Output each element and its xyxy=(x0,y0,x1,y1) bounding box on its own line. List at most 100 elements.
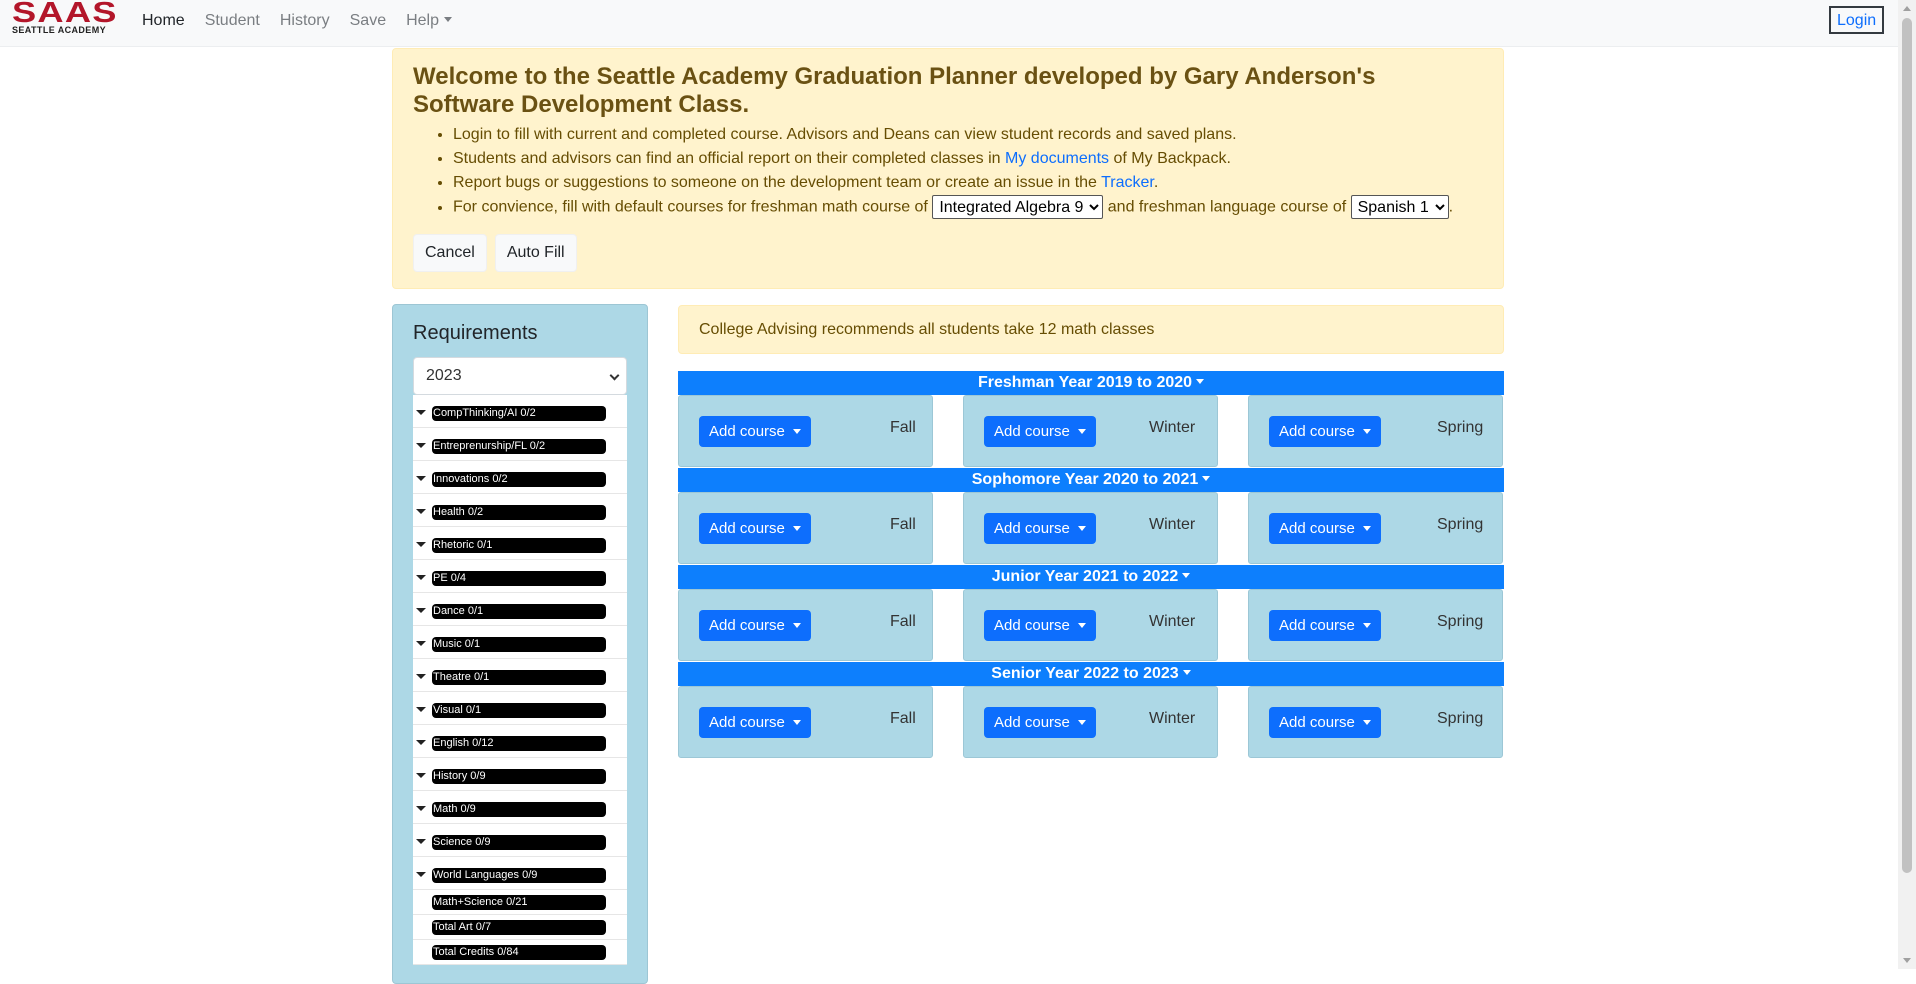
add-course-button[interactable]: Add course xyxy=(984,610,1096,641)
requirement-item[interactable]: Science 0/9 xyxy=(413,824,627,857)
requirement-item[interactable]: History 0/9 xyxy=(413,758,627,791)
term-label: Winter xyxy=(1149,516,1196,533)
expand-caret-icon[interactable] xyxy=(416,410,426,415)
scroll-thumb[interactable] xyxy=(1902,18,1912,873)
requirement-item[interactable]: Visual 0/1 xyxy=(413,692,627,725)
welcome-actions: Cancel Auto Fill xyxy=(413,233,1483,272)
requirement-progress-bar: Entreprenurship/FL 0/2 xyxy=(432,439,606,454)
requirement-item[interactable]: PE 0/4 xyxy=(413,560,627,593)
expand-caret-icon[interactable] xyxy=(416,773,426,778)
requirement-progress-bar: Music 0/1 xyxy=(432,637,606,652)
add-course-button[interactable]: Add course xyxy=(699,513,811,544)
year-header-junior[interactable]: Junior Year 2021 to 2022 xyxy=(678,565,1504,589)
my-documents-link[interactable]: My documents xyxy=(1005,150,1109,167)
requirement-item[interactable]: Theatre 0/1 xyxy=(413,659,627,692)
page-scrollbar[interactable] xyxy=(1898,0,1916,969)
term-card-fall: Add course Fall xyxy=(678,589,933,661)
auto-fill-button[interactable]: Auto Fill xyxy=(494,233,577,272)
bullet-text: For convience, fill with default courses… xyxy=(453,198,933,216)
scroll-down-arrow-icon[interactable] xyxy=(1903,958,1911,963)
requirement-progress-bar: Dance 0/1 xyxy=(432,604,606,619)
freshman-language-select[interactable]: Spanish 1 xyxy=(1350,195,1449,219)
expand-caret-icon[interactable] xyxy=(416,443,426,448)
expand-caret-icon[interactable] xyxy=(416,608,426,613)
freshman-math-select[interactable]: Integrated Algebra 9 xyxy=(932,195,1104,219)
year-header-freshman[interactable]: Freshman Year 2019 to 2020 xyxy=(678,371,1504,395)
chevron-down-icon xyxy=(1362,526,1371,531)
add-course-button[interactable]: Add course xyxy=(984,513,1096,544)
requirement-progress-bar: PE 0/4 xyxy=(432,571,606,586)
add-course-label: Add course xyxy=(1279,617,1355,634)
add-course-button[interactable]: Add course xyxy=(1269,513,1381,544)
add-course-button[interactable]: Add course xyxy=(699,416,811,447)
requirement-item[interactable]: Entreprenurship/FL 0/2 xyxy=(413,428,627,461)
scroll-up-arrow-icon[interactable] xyxy=(1903,6,1911,11)
add-course-button[interactable]: Add course xyxy=(699,610,811,641)
requirement-item[interactable]: World Languages 0/9 xyxy=(413,857,627,890)
add-course-label: Add course xyxy=(709,617,785,634)
add-course-button[interactable]: Add course xyxy=(699,707,811,738)
expand-caret-icon[interactable] xyxy=(416,476,426,481)
nav-save[interactable]: Save xyxy=(340,10,396,32)
add-course-button[interactable]: Add course xyxy=(984,416,1096,447)
math-advice-alert: College Advising recommends all students… xyxy=(678,305,1504,354)
add-course-button[interactable]: Add course xyxy=(1269,416,1381,447)
expand-caret-icon[interactable] xyxy=(416,839,426,844)
requirement-progress-bar: Math 0/9 xyxy=(432,802,606,817)
expand-caret-icon[interactable] xyxy=(416,509,426,514)
requirement-item[interactable]: Innovations 0/2 xyxy=(413,461,627,494)
nav-history[interactable]: History xyxy=(270,10,340,32)
requirement-progress-bar: Innovations 0/2 xyxy=(432,472,606,487)
term-label: Spring xyxy=(1437,419,1484,436)
term-card-spring: Add course Spring xyxy=(1248,395,1503,467)
year-header-label: Freshman Year 2019 to 2020 xyxy=(977,374,1193,391)
requirement-progress-bar: Theatre 0/1 xyxy=(432,670,606,685)
chevron-down-icon xyxy=(609,370,620,381)
expand-caret-icon[interactable] xyxy=(416,707,426,712)
expand-caret-icon[interactable] xyxy=(416,740,426,745)
chevron-down-icon xyxy=(792,623,801,628)
saas-logo[interactable]: SAAS SEATTLE ACADEMY xyxy=(12,0,120,35)
year-header-senior[interactable]: Senior Year 2022 to 2023 xyxy=(678,662,1504,686)
tracker-link[interactable]: Tracker xyxy=(1101,174,1154,191)
bullet-text: of My Backpack. xyxy=(1109,150,1231,167)
term-card-fall: Add course Fall xyxy=(678,492,933,564)
welcome-bullet-documents: Students and advisors can find an offici… xyxy=(453,147,1483,171)
add-course-label: Add course xyxy=(1279,520,1355,537)
requirement-item[interactable]: Music 0/1 xyxy=(413,626,627,659)
add-course-label: Add course xyxy=(709,423,785,440)
requirement-item[interactable]: Math 0/9 xyxy=(413,791,627,824)
welcome-bullet-login: Login to fill with current and completed… xyxy=(453,123,1483,147)
chevron-down-icon xyxy=(1077,623,1086,628)
nav-help-dropdown[interactable]: Help xyxy=(396,10,462,32)
term-label: Winter xyxy=(1149,613,1196,630)
expand-caret-icon[interactable] xyxy=(416,542,426,547)
term-label: Winter xyxy=(1149,710,1196,727)
expand-caret-icon[interactable] xyxy=(416,806,426,811)
cancel-button[interactable]: Cancel xyxy=(413,233,487,272)
requirement-item[interactable]: Rhetoric 0/1 xyxy=(413,527,627,560)
nav-student[interactable]: Student xyxy=(195,10,270,32)
add-course-button[interactable]: Add course xyxy=(1269,707,1381,738)
year-header-sophomore[interactable]: Sophomore Year 2020 to 2021 xyxy=(678,468,1504,492)
requirement-item[interactable]: Dance 0/1 xyxy=(413,593,627,626)
add-course-button[interactable]: Add course xyxy=(1269,610,1381,641)
chevron-down-icon xyxy=(1362,429,1371,434)
graduation-year-select[interactable]: 2023 xyxy=(413,357,627,395)
navbar: SAAS SEATTLE ACADEMY Home Student Histor… xyxy=(0,0,1898,47)
expand-caret-icon[interactable] xyxy=(416,872,426,877)
requirement-progress-bar: History 0/9 xyxy=(432,769,606,784)
expand-caret-icon[interactable] xyxy=(416,674,426,679)
expand-caret-icon[interactable] xyxy=(416,641,426,646)
requirement-item[interactable]: CompThinking/AI 0/2 xyxy=(413,395,627,428)
welcome-title: Welcome to the Seattle Academy Graduatio… xyxy=(413,63,1376,118)
term-card-winter: Add course Winter xyxy=(963,395,1218,467)
add-course-label: Add course xyxy=(709,714,785,731)
expand-caret-icon[interactable] xyxy=(416,575,426,580)
requirements-title: Requirements xyxy=(413,322,538,344)
requirement-item[interactable]: English 0/12 xyxy=(413,725,627,758)
add-course-button[interactable]: Add course xyxy=(984,707,1096,738)
login-button[interactable]: Login xyxy=(1829,6,1885,34)
nav-home[interactable]: Home xyxy=(132,10,195,32)
requirement-item[interactable]: Health 0/2 xyxy=(413,494,627,527)
